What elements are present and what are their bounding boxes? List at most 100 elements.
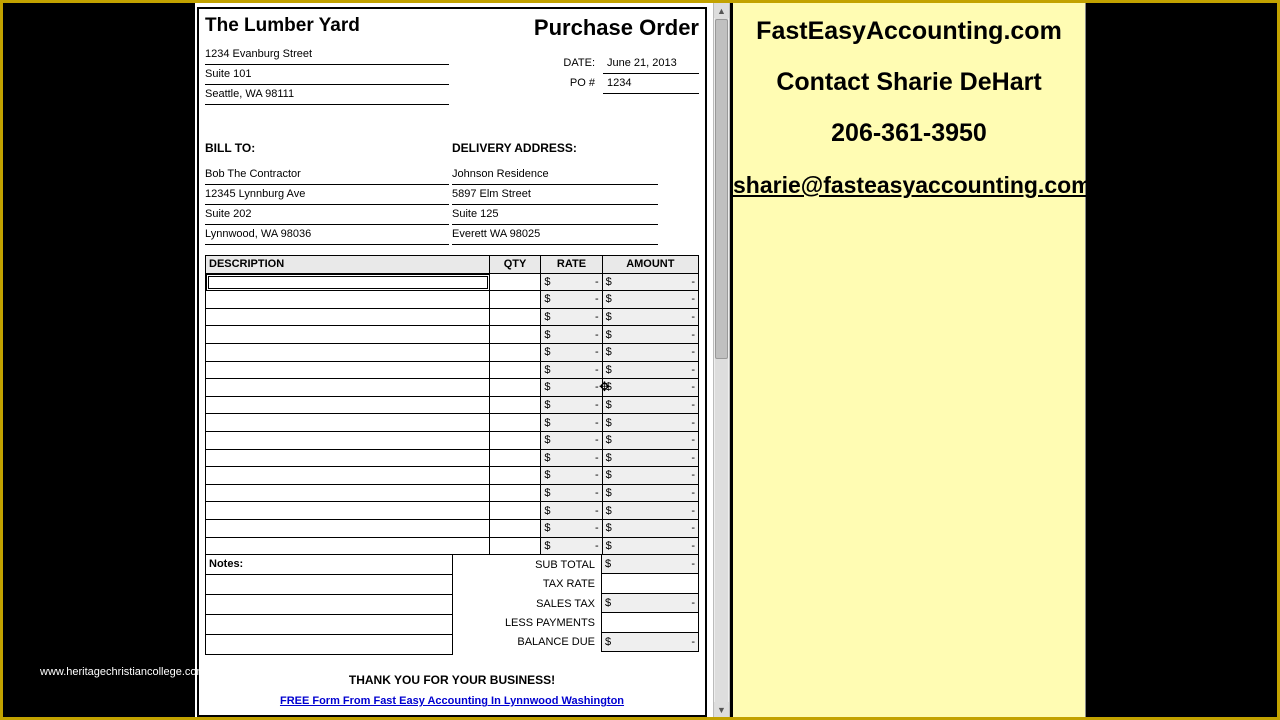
- qty-cell[interactable]: [490, 344, 542, 362]
- desc-cell[interactable]: [206, 379, 490, 397]
- desc-cell[interactable]: [206, 274, 490, 292]
- amount-cell: $-: [603, 450, 699, 468]
- meta-block: DATE: June 21, 2013 PO # 1234: [499, 53, 699, 93]
- rate-cell[interactable]: $-: [541, 344, 602, 362]
- desc-cell[interactable]: [206, 362, 490, 380]
- desc-cell[interactable]: [206, 344, 490, 362]
- desc-cell[interactable]: [206, 326, 490, 344]
- delivery-line2[interactable]: 5897 Elm Street: [452, 185, 658, 205]
- scroll-up-arrow[interactable]: ▲: [714, 3, 729, 18]
- desc-cell[interactable]: [206, 538, 490, 556]
- rate-cell[interactable]: $-: [541, 414, 602, 432]
- amount-cell: $-: [603, 326, 699, 344]
- rate-cell[interactable]: $-: [541, 432, 602, 450]
- rate-cell[interactable]: $-: [541, 291, 602, 309]
- qty-cell[interactable]: [490, 450, 542, 468]
- table-row: $-$-: [206, 344, 699, 362]
- qty-cell[interactable]: [490, 397, 542, 415]
- amount-cell: $-: [603, 520, 699, 538]
- col-rate: RATE: [541, 256, 602, 274]
- table-row: $-$-: [206, 291, 699, 309]
- rate-cell[interactable]: $-: [541, 502, 602, 520]
- desc-cell[interactable]: [206, 414, 490, 432]
- rate-cell[interactable]: $-: [541, 520, 602, 538]
- rate-cell[interactable]: $-: [541, 362, 602, 380]
- desc-cell[interactable]: [206, 432, 490, 450]
- vendor-name: The Lumber Yard: [205, 15, 360, 37]
- po-value[interactable]: 1234: [603, 73, 699, 94]
- qty-cell[interactable]: [490, 520, 542, 538]
- subtotal-label: SUB TOTAL: [453, 559, 601, 571]
- bill-to-line1[interactable]: Bob The Contractor: [205, 165, 449, 185]
- vendor-street[interactable]: 1234 Evanburg Street: [205, 45, 449, 65]
- rate-cell[interactable]: $-: [541, 467, 602, 485]
- thank-you: THANK YOU FOR YOUR BUSINESS!: [199, 673, 705, 687]
- qty-cell[interactable]: [490, 432, 542, 450]
- date-value[interactable]: June 21, 2013: [603, 53, 699, 74]
- panel-email[interactable]: sharie@fasteasyaccounting.com: [733, 172, 1085, 199]
- delivery-line4[interactable]: Everett WA 98025: [452, 225, 658, 245]
- notes-box[interactable]: Notes:: [205, 555, 453, 655]
- desc-cell[interactable]: [206, 485, 490, 503]
- watermark: www.heritagechristiancollege.com: [40, 666, 206, 678]
- rate-cell[interactable]: $-: [541, 538, 602, 556]
- qty-cell[interactable]: [490, 467, 542, 485]
- free-form-link[interactable]: FREE Form From Fast Easy Accounting In L…: [199, 695, 705, 707]
- qty-cell[interactable]: [490, 485, 542, 503]
- po-label: PO #: [499, 77, 603, 89]
- rate-cell[interactable]: $-: [541, 274, 602, 292]
- vendor-suite[interactable]: Suite 101: [205, 65, 449, 85]
- panel-contact: Contact Sharie DeHart: [733, 68, 1085, 97]
- qty-cell[interactable]: [490, 538, 542, 556]
- balance-value: $-: [601, 633, 699, 652]
- desc-cell[interactable]: [206, 450, 490, 468]
- qty-cell[interactable]: [490, 309, 542, 327]
- desc-cell[interactable]: [206, 502, 490, 520]
- desc-cell[interactable]: [206, 397, 490, 415]
- desc-cell[interactable]: [206, 309, 490, 327]
- rate-cell[interactable]: $-: [541, 309, 602, 327]
- amount-cell: $-: [603, 379, 699, 397]
- desc-cell[interactable]: [206, 291, 490, 309]
- bill-to-heading: BILL TO:: [205, 141, 452, 155]
- vertical-scrollbar[interactable]: ▲ ▼: [713, 3, 730, 717]
- delivery-line1[interactable]: Johnson Residence: [452, 165, 658, 185]
- amount-cell: $-: [603, 362, 699, 380]
- info-panel: FastEasyAccounting.com Contact Sharie De…: [733, 3, 1086, 717]
- panel-site: FastEasyAccounting.com: [733, 17, 1085, 46]
- line-items-table: DESCRIPTION QTY RATE AMOUNT $-$-$-$-$-$-…: [205, 255, 699, 555]
- taxrate-value[interactable]: [601, 574, 699, 593]
- qty-cell[interactable]: [490, 274, 542, 292]
- rate-cell[interactable]: $-: [541, 397, 602, 415]
- lesspayments-label: LESS PAYMENTS: [453, 617, 601, 629]
- qty-cell[interactable]: [490, 291, 542, 309]
- rate-cell[interactable]: $-: [541, 326, 602, 344]
- delivery-heading: DELIVERY ADDRESS:: [452, 141, 699, 155]
- scroll-down-arrow[interactable]: ▼: [714, 702, 729, 717]
- desc-cell[interactable]: [206, 520, 490, 538]
- qty-cell[interactable]: [490, 414, 542, 432]
- bill-to-block: BILL TO: Bob The Contractor 12345 Lynnbu…: [205, 127, 452, 245]
- scroll-thumb[interactable]: [715, 19, 728, 359]
- qty-cell[interactable]: [490, 379, 542, 397]
- qty-cell[interactable]: [490, 502, 542, 520]
- salestax-value: $-: [601, 594, 699, 613]
- rate-cell[interactable]: $-: [541, 485, 602, 503]
- desc-cell[interactable]: [206, 467, 490, 485]
- date-label: DATE:: [499, 57, 603, 69]
- qty-cell[interactable]: [490, 326, 542, 344]
- rate-cell[interactable]: $-: [541, 379, 602, 397]
- bill-to-line3[interactable]: Suite 202: [205, 205, 449, 225]
- panel-phone: 206-361-3950: [733, 119, 1085, 148]
- table-row: $-$-: [206, 362, 699, 380]
- vendor-city[interactable]: Seattle, WA 98111: [205, 85, 449, 105]
- amount-cell: $-: [603, 274, 699, 292]
- qty-cell[interactable]: [490, 362, 542, 380]
- bill-to-line4[interactable]: Lynnwood, WA 98036: [205, 225, 449, 245]
- bill-to-line2[interactable]: 12345 Lynnburg Ave: [205, 185, 449, 205]
- lesspayments-value[interactable]: [601, 613, 699, 632]
- table-row: $-$-: [206, 379, 699, 397]
- table-row: $-$-: [206, 467, 699, 485]
- rate-cell[interactable]: $-: [541, 450, 602, 468]
- delivery-line3[interactable]: Suite 125: [452, 205, 658, 225]
